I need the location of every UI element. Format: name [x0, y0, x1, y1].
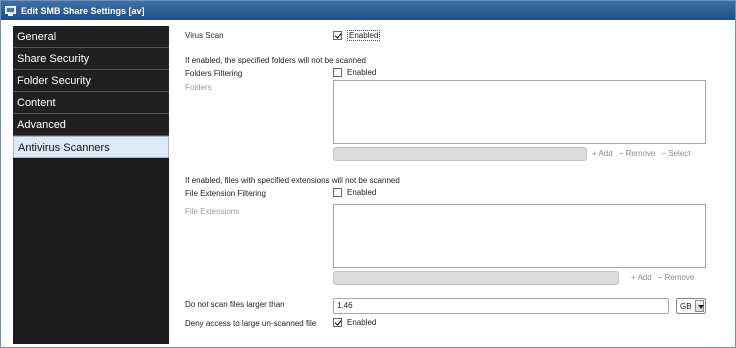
max-size-input[interactable]: 1.46	[333, 298, 669, 314]
size-unit-value: GB	[680, 301, 692, 311]
remove-extension-button[interactable]: − Remove	[658, 273, 695, 282]
checkbox-label: Enabled	[347, 68, 377, 77]
folders-label: Folders	[185, 83, 212, 92]
settings-panel: Virus Scan Enabled If enabled, the speci…	[173, 23, 731, 343]
sidebar-item-label: Content	[17, 97, 56, 109]
title-bar: Edit SMB Share Settings [av]	[1, 1, 735, 20]
folders-filtering-checkbox[interactable]: Enabled	[333, 68, 376, 77]
folders-filtering-label: Folders Filtering	[185, 69, 243, 78]
extensions-note: If enabled, files with specified extensi…	[185, 176, 400, 185]
sidebar-item-label: Advanced	[17, 119, 66, 131]
size-unit-select[interactable]: GB	[676, 298, 706, 314]
sidebar-item-folder-security[interactable]: Folder Security	[13, 70, 169, 92]
checkbox-box[interactable]	[333, 188, 342, 197]
checkbox-label: Enabled	[347, 188, 377, 197]
checkbox-label: Enabled	[347, 318, 377, 327]
monitor-icon	[5, 5, 16, 16]
folders-note: If enabled, the specified folders will n…	[185, 56, 367, 65]
folders-list[interactable]	[333, 80, 706, 144]
file-extensions-label: File Extensions	[185, 207, 240, 216]
sidebar-item-share-security[interactable]: Share Security	[13, 48, 169, 70]
remove-folder-button[interactable]: − Remove	[619, 149, 656, 158]
deny-access-label: Deny access to large un-scanned file	[185, 319, 317, 328]
sidebar-item-label: General	[17, 31, 57, 43]
virus-scan-checkbox[interactable]: Enabled	[333, 30, 381, 41]
checkbox-box[interactable]	[333, 318, 342, 327]
sidebar-item-label: Folder Security	[17, 75, 91, 87]
checkbox-box[interactable]	[333, 68, 342, 77]
folder-path-input[interactable]	[333, 147, 587, 161]
sidebar-item-antivirus-scanners[interactable]: Antivirus Scanners	[13, 136, 169, 158]
deny-access-checkbox[interactable]: Enabled	[333, 318, 376, 327]
sidebar-item-content[interactable]: Content	[13, 92, 169, 114]
file-extensions-list[interactable]	[333, 204, 706, 268]
extensions-actions: + Add − Remove	[631, 273, 694, 282]
virus-scan-label: Virus Scan	[185, 31, 224, 40]
sidebar: General Share Security Folder Security C…	[13, 26, 169, 344]
folders-actions: + Add − Remove − Select	[592, 149, 691, 158]
chevron-down-icon[interactable]	[694, 300, 704, 312]
sidebar-item-label: Antivirus Scanners	[18, 142, 110, 154]
dialog-window: Edit SMB Share Settings [av] General Sha…	[0, 0, 736, 348]
sidebar-item-label: Share Security	[17, 53, 90, 65]
checkbox-box[interactable]	[333, 31, 342, 40]
sidebar-item-advanced[interactable]: Advanced	[13, 114, 169, 136]
add-extension-button[interactable]: + Add	[631, 273, 652, 282]
window-title: Edit SMB Share Settings [av]	[21, 5, 145, 16]
add-folder-button[interactable]: + Add	[592, 149, 613, 158]
extension-input[interactable]	[333, 271, 619, 285]
select-folder-button[interactable]: − Select	[661, 149, 690, 158]
sidebar-item-general[interactable]: General	[13, 26, 169, 48]
max-size-label: Do not scan files larger than	[185, 300, 285, 309]
extension-filtering-label: File Extension Filtering	[185, 189, 266, 198]
extension-filtering-checkbox[interactable]: Enabled	[333, 188, 376, 197]
checkbox-label: Enabled	[347, 30, 381, 41]
